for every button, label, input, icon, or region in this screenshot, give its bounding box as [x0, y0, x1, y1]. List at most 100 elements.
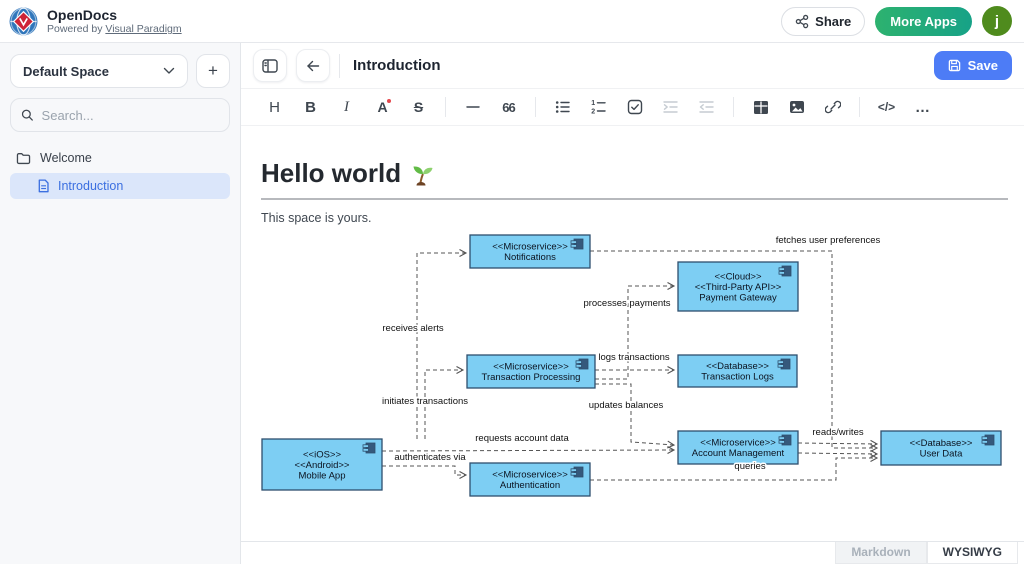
space-selector[interactable]: Default Space [10, 54, 188, 88]
tab-wysiwyg[interactable]: WYSIWYG [927, 542, 1018, 564]
diagram-node-notifications: <<Microservice>>Notifications [470, 235, 590, 268]
chevron-down-icon [163, 67, 175, 75]
topbar: OpenDocs Powered by Visual Paradigm Shar… [0, 0, 1024, 43]
tab-markdown[interactable]: Markdown [835, 542, 926, 564]
diagram-node-authentication: <<Microservice>>Authentication [470, 463, 590, 496]
svg-text:2: 2 [591, 109, 595, 115]
toolbar-divider [445, 97, 446, 117]
panel-left-icon [262, 59, 278, 73]
svg-text:initiates transactions: initiates transactions [382, 396, 468, 407]
share-button[interactable]: Share [781, 7, 865, 36]
uml-component-diagram[interactable]: <<Microservice>>Notifications<<Cloud>><<… [250, 226, 1008, 513]
svg-text:<<Android>>: <<Android>> [295, 460, 350, 471]
editor-toolbar: H B I A S 66 1 2 [241, 89, 1024, 126]
space-selector-label: Default Space [23, 64, 109, 79]
back-button[interactable] [296, 49, 330, 82]
avatar[interactable]: j [982, 6, 1012, 36]
indent-button[interactable] [655, 94, 686, 121]
diagram-node-payment-gateway: <<Cloud>><<Third-Party API>>Payment Gate… [678, 262, 798, 311]
text-color-button[interactable]: A [367, 94, 398, 121]
add-space-button[interactable]: + [196, 54, 230, 88]
save-icon [948, 59, 961, 72]
image-button[interactable] [781, 94, 812, 121]
tree-item-label: Introduction [58, 179, 123, 193]
numbered-list-button[interactable]: 1 2 [583, 94, 614, 121]
checkbox-icon [627, 99, 643, 115]
share-icon [795, 14, 809, 29]
svg-text:<<Cloud>>: <<Cloud>> [714, 271, 761, 282]
svg-text:<<Microservice>>: <<Microservice>> [493, 362, 569, 373]
arrow-left-icon [305, 59, 321, 73]
task-list-button[interactable] [619, 94, 650, 121]
header-divider [339, 54, 340, 78]
indent-icon [662, 99, 679, 115]
toolbar-divider [535, 97, 536, 117]
search-box[interactable] [10, 98, 230, 132]
svg-text:Account Management: Account Management [692, 448, 785, 459]
uml-diagram: <<Microservice>>Notifications<<Cloud>><<… [250, 226, 1012, 508]
document-icon [37, 179, 50, 193]
svg-text:updates balances: updates balances [589, 400, 664, 411]
more-apps-button[interactable]: More Apps [875, 7, 972, 36]
strikethrough-button[interactable]: S [403, 94, 434, 121]
svg-text:<<Microservice>>: <<Microservice>> [492, 470, 568, 481]
seedling-emoji [410, 161, 436, 187]
svg-text:1: 1 [591, 100, 595, 107]
bullet-list-icon [554, 99, 571, 115]
folder-icon [16, 152, 31, 165]
toolbar-divider [733, 97, 734, 117]
sidebar: Default Space + Welcome [0, 43, 241, 564]
tree-item-introduction[interactable]: Introduction [10, 173, 230, 199]
svg-text:Mobile App: Mobile App [298, 470, 345, 481]
svg-text:authenticates via: authenticates via [394, 452, 466, 463]
italic-button[interactable]: I [331, 94, 362, 121]
visual-paradigm-link[interactable]: Visual Paradigm [105, 23, 181, 35]
svg-text:<<Microservice>>: <<Microservice>> [700, 438, 776, 449]
numbered-list-icon: 1 2 [590, 99, 607, 115]
tree-folder-label: Welcome [40, 151, 92, 165]
link-icon [825, 99, 841, 115]
svg-text:<<Database>>: <<Database>> [706, 361, 769, 372]
diagram-node-account-management: <<Microservice>>Account Management [678, 431, 798, 464]
toggle-sidebar-button[interactable] [253, 49, 287, 82]
intro-text: This space is yours. [261, 211, 1008, 225]
diagram-node-mobile-app: <<iOS>><<Android>>Mobile App [262, 439, 382, 490]
editor-surface[interactable]: Hello world This space is yours. <<Micro… [241, 126, 1024, 541]
outdent-icon [698, 99, 715, 115]
svg-text:processes payments: processes payments [583, 298, 670, 309]
horizontal-rule-button[interactable] [457, 94, 488, 121]
share-label: Share [815, 14, 851, 29]
image-icon [789, 100, 805, 114]
doc-heading: Hello world [261, 158, 1008, 200]
editor-mode-bar: Markdown WYSIWYG [241, 541, 1024, 564]
page-title: Introduction [353, 57, 440, 74]
svg-text:User Data: User Data [920, 449, 963, 460]
svg-text:receives alerts: receives alerts [382, 323, 443, 334]
svg-text:requests account data: requests account data [475, 433, 569, 444]
outdent-button[interactable] [691, 94, 722, 121]
bullet-list-button[interactable] [547, 94, 578, 121]
diagram-node-user-data: <<Database>>User Data [881, 431, 1001, 465]
save-button[interactable]: Save [934, 51, 1012, 80]
tree-folder-welcome[interactable]: Welcome [10, 146, 230, 170]
bold-button[interactable]: B [295, 94, 326, 121]
brand: OpenDocs Powered by Visual Paradigm [8, 6, 182, 37]
table-button[interactable] [745, 94, 776, 121]
svg-text:queries: queries [734, 461, 765, 472]
svg-text:<<Microservice>>: <<Microservice>> [492, 242, 568, 253]
heading-button[interactable]: H [259, 94, 290, 121]
save-label: Save [968, 58, 998, 73]
search-icon [21, 108, 34, 122]
svg-text:Authentication: Authentication [500, 480, 560, 491]
code-button[interactable]: </> [871, 94, 902, 121]
link-button[interactable] [817, 94, 848, 121]
toolbar-more-button[interactable]: … [907, 94, 938, 121]
svg-text:fetches user preferences: fetches user preferences [776, 235, 881, 246]
svg-text:Transaction Logs: Transaction Logs [701, 372, 774, 383]
app-name: OpenDocs [47, 7, 182, 23]
svg-text:<<iOS>>: <<iOS>> [303, 449, 341, 460]
blockquote-button[interactable]: 66 [493, 94, 524, 121]
diagram-node-transaction-logs: <<Database>>Transaction Logs [678, 355, 797, 387]
svg-text:logs transactions: logs transactions [598, 352, 670, 363]
search-input[interactable] [42, 108, 219, 123]
